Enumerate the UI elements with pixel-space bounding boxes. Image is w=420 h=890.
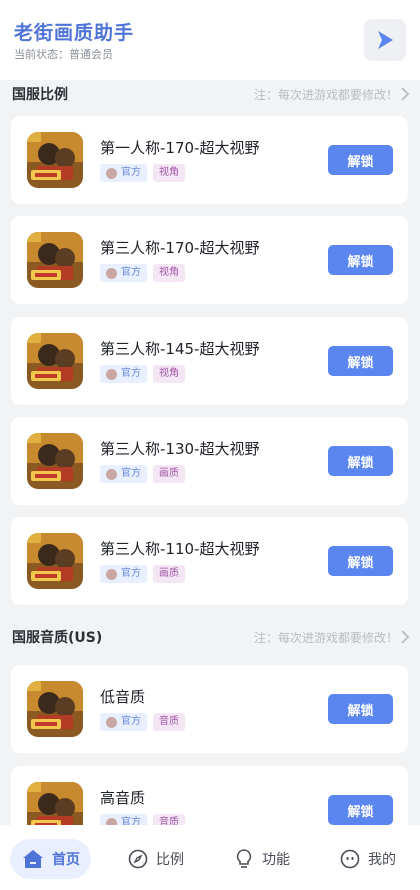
tag-group: 官方 视角 (100, 365, 185, 383)
game-thumbnail-icon (27, 232, 83, 288)
tab-ratio-label: 比例 (156, 852, 184, 868)
item-title: 高音质 (100, 789, 146, 807)
item-title: 第三人称-145-超大视野 (100, 340, 260, 358)
app-header: 老街画质助手 当前状态：普通会员 (0, 0, 420, 80)
tab-features[interactable]: 功能 (234, 839, 290, 879)
tag-official-label: 官方 (121, 468, 141, 479)
list-item[interactable]: 高音质 官方 音质 解锁 (11, 766, 408, 825)
list-item[interactable]: 第三人称-110-超大视野 官方 画质 解锁 (11, 517, 408, 605)
tag-type: 画质 (153, 565, 185, 583)
game-thumbnail-icon (27, 533, 83, 589)
unlock-button[interactable]: 解锁 (328, 694, 393, 724)
section-header: 国服比例 注：每次进游戏都要修改！ (0, 81, 420, 107)
tag-type-label: 画质 (159, 568, 179, 579)
face-icon (340, 849, 360, 869)
tag-type: 画质 (153, 465, 185, 483)
avatar-icon (106, 368, 117, 380)
tag-type-label: 画质 (159, 468, 179, 479)
unlock-button[interactable]: 解锁 (328, 346, 393, 376)
avatar-icon (106, 167, 117, 179)
tag-type-label: 音质 (159, 716, 179, 727)
tag-official-label: 官方 (121, 368, 141, 379)
section-note[interactable]: 注：每次进游戏都要修改！ (254, 629, 398, 646)
tag-type-label: 音质 (159, 817, 179, 825)
unlock-button[interactable]: 解锁 (328, 245, 393, 275)
tag-official: 官方 (100, 713, 147, 731)
tag-type-label: 视角 (159, 267, 179, 278)
tag-type: 音质 (153, 814, 185, 825)
tag-official: 官方 (100, 814, 147, 825)
game-thumbnail-icon (27, 782, 83, 825)
list-item[interactable]: 低音质 官方 音质 解锁 (11, 665, 408, 753)
play-triangle-icon (378, 31, 393, 49)
avatar-icon (106, 568, 117, 580)
tag-group: 官方 音质 (100, 814, 185, 825)
compass-icon (128, 849, 148, 869)
game-thumbnail-icon (27, 333, 83, 389)
tab-profile[interactable]: 我的 (340, 839, 396, 879)
tag-type: 视角 (153, 365, 185, 383)
list-item[interactable]: 第一人称-170-超大视野 官方 视角 解锁 (11, 116, 408, 204)
game-thumbnail-icon (27, 132, 83, 188)
section-title: 国服比例 (12, 87, 68, 103)
item-title: 低音质 (100, 688, 146, 706)
chevron-right-icon[interactable] (399, 87, 411, 101)
tab-features-label: 功能 (262, 852, 290, 868)
unlock-button[interactable]: 解锁 (328, 145, 393, 175)
home-icon (23, 850, 43, 868)
game-thumbnail-icon (27, 433, 83, 489)
section-header: 国服音质(US) 注：每次进游戏都要修改！ (0, 624, 420, 650)
list-item[interactable]: 第三人称-170-超大视野 官方 视角 解锁 (11, 216, 408, 304)
unlock-button[interactable]: 解锁 (328, 446, 393, 476)
tag-group: 官方 音质 (100, 713, 185, 731)
lightbulb-icon (236, 849, 252, 868)
tag-group: 官方 画质 (100, 565, 185, 583)
item-title: 第三人称-170-超大视野 (100, 239, 260, 257)
tag-type-label: 视角 (159, 167, 179, 178)
avatar-icon (106, 267, 117, 279)
tag-official-label: 官方 (121, 167, 141, 178)
avatar-icon (106, 468, 117, 480)
tag-official: 官方 (100, 264, 147, 282)
tag-official-label: 官方 (121, 568, 141, 579)
tab-profile-label: 我的 (368, 852, 396, 868)
section-title: 国服音质(US) (12, 630, 103, 646)
tag-official: 官方 (100, 465, 147, 483)
chevron-right-icon[interactable] (399, 630, 411, 644)
tag-type: 音质 (153, 713, 185, 731)
main-content[interactable]: 国服比例 注：每次进游戏都要修改！ 第一人称-170-超大视野 官方 视角 解锁… (0, 80, 420, 825)
item-title: 第一人称-170-超大视野 (100, 139, 260, 157)
tag-official-label: 官方 (121, 817, 141, 825)
tag-group: 官方 视角 (100, 264, 185, 282)
section-note[interactable]: 注：每次进游戏都要修改！ (254, 86, 398, 103)
list-item[interactable]: 第三人称-145-超大视野 官方 视角 解锁 (11, 317, 408, 405)
tag-type: 视角 (153, 264, 185, 282)
unlock-button[interactable]: 解锁 (328, 546, 393, 576)
unlock-button[interactable]: 解锁 (328, 795, 393, 825)
membership-status: 当前状态：普通会员 (14, 48, 113, 61)
bottom-tab-bar: 首页 比例 功能 我的 (0, 825, 420, 890)
tab-home-label: 首页 (52, 852, 80, 868)
avatar-icon (106, 817, 117, 825)
tag-type-label: 视角 (159, 368, 179, 379)
app-title: 老街画质助手 (14, 22, 135, 44)
list-item[interactable]: 第三人称-130-超大视野 官方 画质 解锁 (11, 417, 408, 505)
tab-home[interactable]: 首页 (10, 839, 91, 879)
tag-official-label: 官方 (121, 267, 141, 278)
tag-official: 官方 (100, 164, 147, 182)
play-button[interactable] (364, 19, 406, 61)
game-thumbnail-icon (27, 681, 83, 737)
tag-official-label: 官方 (121, 716, 141, 727)
tag-group: 官方 视角 (100, 164, 185, 182)
item-title: 第三人称-130-超大视野 (100, 440, 260, 458)
tab-ratio[interactable]: 比例 (128, 839, 184, 879)
tag-group: 官方 画质 (100, 465, 185, 483)
avatar-icon (106, 716, 117, 728)
item-title: 第三人称-110-超大视野 (100, 540, 260, 558)
tag-official: 官方 (100, 365, 147, 383)
tag-type: 视角 (153, 164, 185, 182)
tag-official: 官方 (100, 565, 147, 583)
